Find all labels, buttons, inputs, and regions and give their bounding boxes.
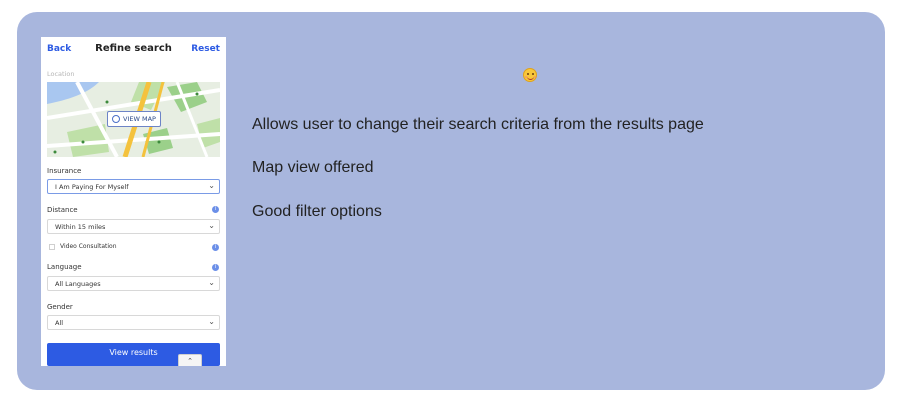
video-consultation-label: Video Consultation — [60, 243, 117, 250]
location-label: Location — [47, 70, 75, 78]
chevron-down-icon: ⌄ — [208, 278, 215, 287]
chevron-down-icon: ⌄ — [208, 221, 215, 230]
location-map[interactable]: VIEW MAP — [47, 82, 220, 157]
chevron-down-icon: ⌄ — [208, 317, 215, 326]
gender-label: Gender — [47, 303, 73, 311]
insurance-select[interactable]: I Am Paying For Myself ⌄ — [47, 179, 220, 194]
map-pin-icon — [112, 115, 120, 123]
language-value: All Languages — [55, 280, 101, 288]
language-select[interactable]: All Languages ⌄ — [47, 276, 220, 291]
info-icon[interactable]: i — [212, 206, 219, 213]
refine-search-panel: Refine search Back Reset Location VIEW M… — [41, 37, 226, 366]
insurance-value: I Am Paying For Myself — [55, 183, 129, 191]
distance-label: Distance — [47, 206, 78, 214]
panel-header: Refine search Back Reset — [41, 37, 226, 63]
distance-value: Within 15 miles — [55, 223, 106, 231]
info-icon[interactable]: i — [212, 244, 219, 251]
gender-value: All — [55, 319, 64, 327]
view-map-label: VIEW MAP — [123, 115, 156, 123]
smiling-face-icon — [523, 68, 537, 82]
gender-select[interactable]: All ⌄ — [47, 315, 220, 330]
note-1: Allows user to change their search crite… — [252, 116, 704, 133]
language-label: Language — [47, 263, 82, 271]
video-consultation-checkbox[interactable] — [49, 244, 55, 250]
chevron-down-icon: ⌄ — [208, 181, 215, 190]
view-map-button[interactable]: VIEW MAP — [107, 111, 161, 127]
reset-button[interactable]: Reset — [191, 44, 220, 54]
chevron-up-icon[interactable]: ⌃ — [178, 354, 202, 366]
note-2: Map view offered — [252, 159, 374, 176]
back-button[interactable]: Back — [47, 44, 71, 54]
note-3: Good filter options — [252, 203, 382, 220]
insurance-label: Insurance — [47, 167, 82, 175]
info-icon[interactable]: i — [212, 264, 219, 271]
distance-select[interactable]: Within 15 miles ⌄ — [47, 219, 220, 234]
